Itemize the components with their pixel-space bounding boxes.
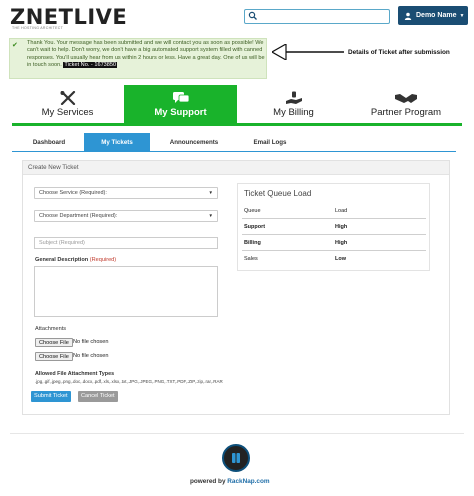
search-input[interactable] [244, 9, 390, 24]
nav-my-billing[interactable]: My Billing [238, 85, 349, 123]
queue-row-name: Support [244, 224, 266, 230]
annotation-text: Details of Ticket after submission [348, 49, 450, 56]
nav-my-services[interactable]: My Services [12, 85, 123, 123]
chevron-down-icon: ▼ [208, 213, 213, 218]
nav-label: My Services [41, 106, 94, 118]
nav-label: My Support [154, 106, 207, 118]
tools-icon [60, 90, 75, 105]
user-name: Demo Name [416, 12, 457, 19]
description-textarea[interactable] [34, 266, 218, 317]
powered-by-text: powered by [190, 478, 226, 485]
panel-title: Create New Ticket [28, 164, 79, 171]
choose-file-button-2[interactable]: Choose File [35, 352, 73, 361]
submit-ticket-button[interactable]: Submit Ticket [31, 391, 71, 402]
tab-announcements[interactable]: Announcements [158, 133, 230, 151]
user-menu-button[interactable]: Demo Name ▼ [398, 6, 468, 25]
queue-row-load: High [335, 240, 348, 246]
annotation-arrow-icon [272, 44, 344, 60]
nav-partner-program[interactable]: Partner Program [350, 85, 462, 123]
department-select-value: Choose Department (Required): [39, 213, 118, 219]
tab-dashboard[interactable]: Dashboard [17, 133, 81, 151]
racknap-link[interactable]: RackNap.com [227, 478, 269, 485]
user-icon [404, 12, 412, 20]
file-status-2: No file chosen [73, 353, 109, 359]
panel-header [23, 161, 449, 175]
footer-text: powered by RackNap.com [190, 478, 270, 485]
chevron-down-icon: ▼ [459, 12, 465, 19]
brand-tagline: THE HOSTING ARCHITECT [12, 26, 64, 30]
divider [242, 250, 426, 251]
search-icon [248, 11, 257, 20]
choose-file-button-1[interactable]: Choose File [35, 338, 73, 347]
chat-icon [172, 91, 189, 103]
subject-input[interactable]: Subject (Required) [34, 237, 218, 249]
queue-header: Queue [244, 208, 261, 214]
queue-row-load: Low [335, 256, 346, 262]
queue-row-load: High [335, 224, 348, 230]
required-marker: (Required) [89, 257, 117, 263]
check-icon: ✔ [12, 42, 18, 49]
queue-row-name: Billing [244, 240, 261, 246]
department-select[interactable]: Choose Department (Required): ▼ [34, 210, 218, 222]
description-label: General Description (Required) [35, 257, 116, 263]
file-status-1: No file chosen [73, 339, 109, 345]
service-select[interactable]: Choose Service (Required): ▼ [34, 187, 218, 199]
load-header: Load [335, 208, 348, 214]
chevron-down-icon: ▼ [208, 190, 213, 195]
queue-title: Ticket Queue Load [244, 189, 312, 198]
allowed-types-list: .jpg,.gif,.jpeg,.png,.doc,.docx,.pdf,.xl… [35, 379, 223, 384]
cancel-ticket-button[interactable]: Cancel Ticket [78, 391, 118, 402]
nav-label: Partner Program [370, 106, 442, 118]
nav-label: My Billing [273, 106, 314, 118]
handshake-icon [395, 93, 417, 103]
footer-divider [10, 433, 464, 434]
billing-icon [285, 91, 302, 104]
allowed-types-label: Allowed File Attachment Types [35, 371, 115, 377]
divider [242, 234, 426, 235]
nav-underline [12, 123, 462, 126]
ticket-number: Ticket No. - 1673850 [63, 61, 118, 68]
description-label-text: General Description [35, 257, 89, 263]
tab-email-logs[interactable]: Email Logs [238, 133, 302, 151]
nav-my-support[interactable]: My Support [124, 85, 237, 123]
alert-message-wrap: Thank You. Your message has been submitt… [27, 40, 265, 69]
service-select-value: Choose Service (Required): [39, 190, 107, 196]
queue-row-name: Sales [244, 256, 258, 262]
tab-my-tickets[interactable]: My Tickets [84, 133, 150, 151]
attachments-label: Attachments [35, 326, 67, 332]
divider [242, 218, 426, 219]
tab-underline [12, 151, 456, 152]
racknap-logo-icon [222, 444, 250, 472]
